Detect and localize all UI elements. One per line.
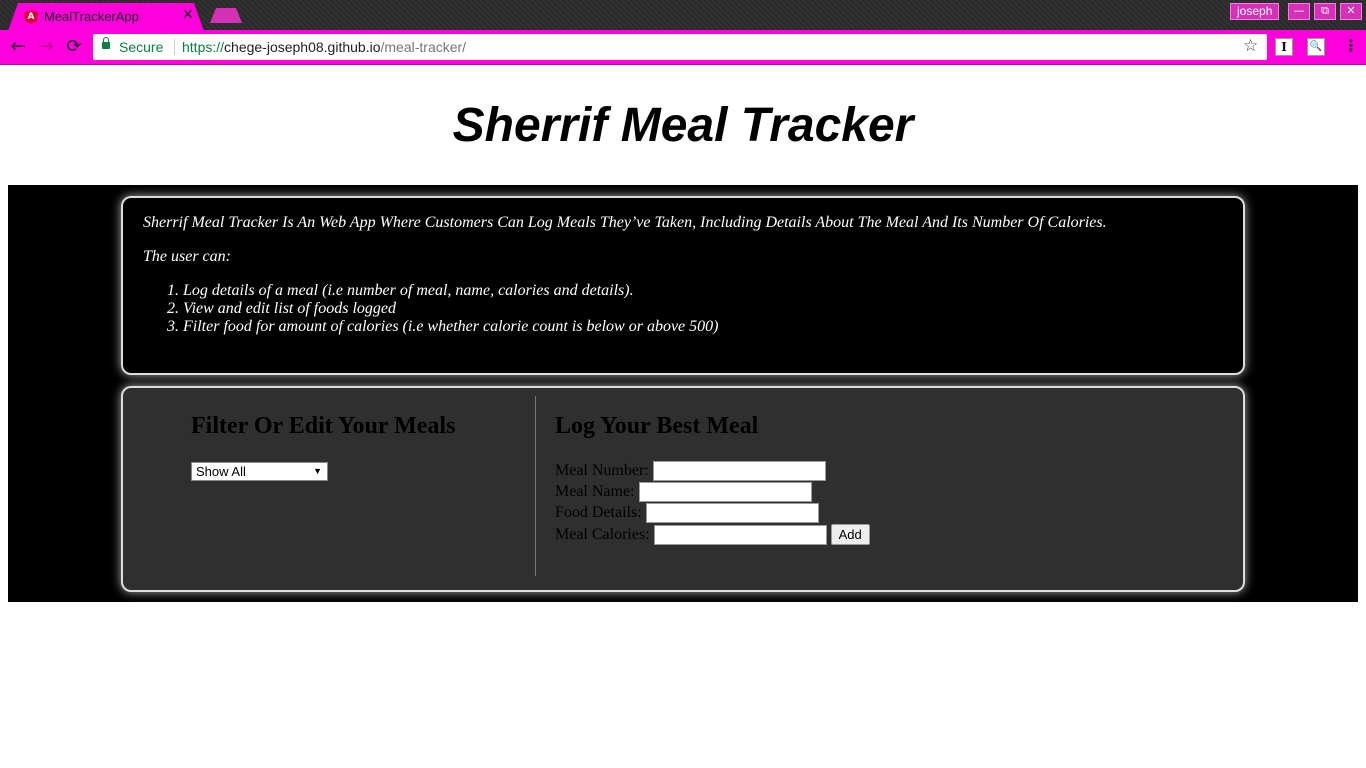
window-restore-button[interactable]: ⧉ xyxy=(1314,3,1336,20)
back-icon[interactable]: ← xyxy=(6,36,30,58)
food-details-row: Food Details: xyxy=(555,503,819,524)
lock-icon xyxy=(102,37,110,49)
feature-item: Filter food for amount of calories (i.e … xyxy=(183,318,1223,336)
meal-name-row: Meal Name: xyxy=(555,482,812,503)
log-heading: Log Your Best Meal xyxy=(555,413,759,439)
filter-select[interactable]: Show All ▼ xyxy=(191,462,328,481)
log-column: Log Your Best Meal Meal Number: Meal Nam… xyxy=(537,388,1243,590)
address-separator xyxy=(174,39,175,55)
feature-item: Log details of a meal (i.e number of mea… xyxy=(183,282,1223,300)
new-tab-button[interactable] xyxy=(210,8,242,23)
browser-menu-icon[interactable]: ⋮ xyxy=(1343,36,1359,55)
window-close-button[interactable]: ✕ xyxy=(1340,3,1362,20)
filter-column: Filter Or Edit Your Meals Show All ▼ xyxy=(123,388,535,590)
profile-button[interactable]: joseph xyxy=(1230,3,1280,20)
meal-number-row: Meal Number: xyxy=(555,461,826,482)
meal-number-label: Meal Number: xyxy=(555,462,649,479)
intro-description: Sherrif Meal Tracker Is An Web App Where… xyxy=(143,214,1107,231)
address-bar[interactable]: Secure https://chege-joseph08.github.io/… xyxy=(93,34,1267,60)
column-divider xyxy=(535,396,536,576)
browser-toolbar: ← → ⟳ Secure https://chege-joseph08.gith… xyxy=(0,30,1366,65)
add-button[interactable]: Add xyxy=(830,524,870,545)
tab-close-icon[interactable]: ✕ xyxy=(182,7,194,23)
meal-calories-label: Meal Calories: xyxy=(555,525,650,543)
reload-icon[interactable]: ⟳ xyxy=(62,36,86,58)
bookmark-star-icon[interactable]: ☆ xyxy=(1243,36,1258,56)
meal-panel: Filter Or Edit Your Meals Show All ▼ Log… xyxy=(121,386,1245,592)
meal-calories-input[interactable] xyxy=(653,524,827,545)
intro-panel: Sherrif Meal Tracker Is An Web App Where… xyxy=(121,196,1245,375)
forward-icon[interactable]: → xyxy=(34,36,58,58)
feature-item: View and edit list of foods logged xyxy=(183,300,1223,318)
url-text[interactable]: https://chege-joseph08.github.io/meal-tr… xyxy=(182,39,466,55)
tab-title: MealTrackerApp xyxy=(44,9,139,24)
meal-number-input[interactable] xyxy=(652,461,826,481)
user-can-label: The user can: xyxy=(143,248,231,265)
food-details-input[interactable] xyxy=(645,503,819,523)
content-band: Sherrif Meal Tracker Is An Web App Where… xyxy=(8,185,1358,602)
meal-calories-row: Meal Calories: Add xyxy=(555,524,870,545)
chevron-down-icon: ▼ xyxy=(313,466,322,476)
meal-name-input[interactable] xyxy=(638,482,812,502)
security-label: Secure xyxy=(119,39,164,55)
food-details-label: Food Details: xyxy=(555,504,642,521)
page-title: Sherrif Meal Tracker xyxy=(452,99,914,152)
page-content: Sherrif Meal Tracker Sherrif Meal Tracke… xyxy=(0,66,1366,768)
extension-search-icon[interactable]: 🔍 xyxy=(1307,38,1325,56)
browser-titlebar: A MealTrackerApp ✕ joseph — ⧉ ✕ xyxy=(0,0,1366,31)
browser-tab-active[interactable]: A MealTrackerApp ✕ xyxy=(8,3,204,31)
filter-heading: Filter Or Edit Your Meals xyxy=(191,413,456,439)
filter-selected-value: Show All xyxy=(196,464,246,479)
extension-i-icon[interactable]: I xyxy=(1275,38,1293,56)
meal-name-label: Meal Name: xyxy=(555,483,635,500)
window-minimize-button[interactable]: — xyxy=(1288,3,1310,20)
feature-list: Log details of a meal (i.e number of mea… xyxy=(183,282,1223,336)
angular-favicon-icon: A xyxy=(24,10,38,24)
